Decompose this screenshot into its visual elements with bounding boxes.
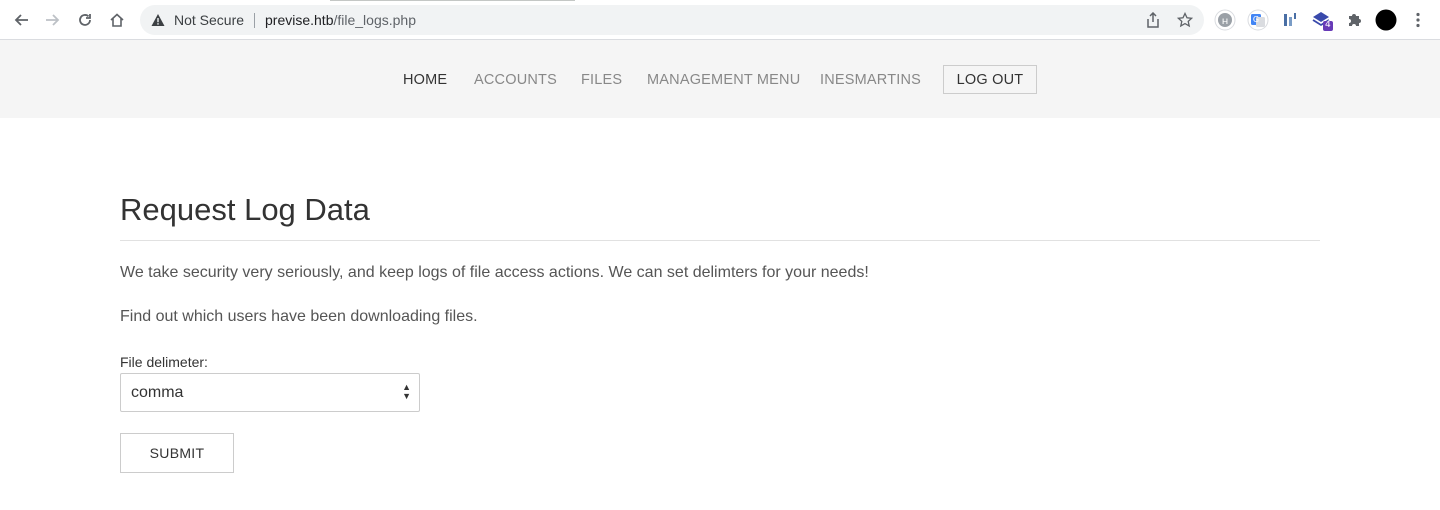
nav-home[interactable]: HOME — [403, 72, 447, 88]
svg-text:ʜ: ʜ — [1222, 16, 1229, 27]
svg-text:G: G — [1253, 15, 1259, 24]
stack-extension-icon[interactable]: 4 — [1311, 9, 1333, 31]
extension-badge: 4 — [1325, 20, 1331, 30]
intro-paragraph: We take security very seriously, and kee… — [120, 264, 869, 281]
share-icon[interactable] — [1144, 11, 1162, 29]
reload-icon[interactable] — [73, 8, 97, 32]
extension-a-icon[interactable]: ʜ — [1214, 9, 1236, 31]
address-bar[interactable]: Not Secure previse.htb/file_logs.php — [140, 5, 1204, 35]
url-host: previse.htb — [265, 12, 334, 28]
info-paragraph: Find out which users have been downloadi… — [120, 308, 478, 325]
more-menu-icon[interactable] — [1407, 9, 1429, 31]
browser-toolbar: Not Secure previse.htb/file_logs.php ʜ G… — [0, 0, 1440, 40]
url-text[interactable]: previse.htb/file_logs.php — [265, 12, 416, 28]
forward-icon[interactable] — [41, 8, 65, 32]
puzzle-extensions-icon[interactable] — [1343, 9, 1365, 31]
warning-icon[interactable] — [151, 13, 165, 27]
url-path: /file_logs.php — [333, 12, 416, 28]
nav-management-menu[interactable]: MANAGEMENT MENU — [647, 72, 800, 88]
profile-avatar-icon[interactable] — [1375, 9, 1397, 31]
back-icon[interactable] — [9, 8, 33, 32]
select-updown-icon: ▲ ▼ — [402, 382, 411, 401]
delimiter-select[interactable]: comma ▲ ▼ — [120, 373, 420, 412]
submit-button[interactable]: SUBMIT — [120, 433, 234, 473]
nav-files[interactable]: FILES — [581, 72, 622, 88]
logout-button[interactable]: LOG OUT — [943, 65, 1037, 94]
home-icon[interactable] — [105, 8, 129, 32]
tab-strip-edge — [330, 0, 575, 1]
delimiter-label: File delimeter: — [120, 354, 208, 370]
title-divider — [120, 240, 1320, 241]
page-title: Request Log Data — [120, 192, 370, 227]
security-status[interactable]: Not Secure — [174, 12, 244, 28]
nav-user-inesmartins[interactable]: INESMARTINS — [820, 72, 921, 88]
delimiter-selected-value: comma — [131, 384, 184, 401]
bars-extension-icon[interactable] — [1279, 9, 1301, 31]
nav-accounts[interactable]: ACCOUNTS — [474, 72, 557, 88]
bookmark-star-icon[interactable] — [1176, 11, 1194, 29]
site-navigation: HOME ACCOUNTS FILES MANAGEMENT MENU INES… — [0, 40, 1440, 118]
omnibox-separator — [254, 13, 255, 28]
translate-icon[interactable]: G — [1247, 9, 1269, 31]
